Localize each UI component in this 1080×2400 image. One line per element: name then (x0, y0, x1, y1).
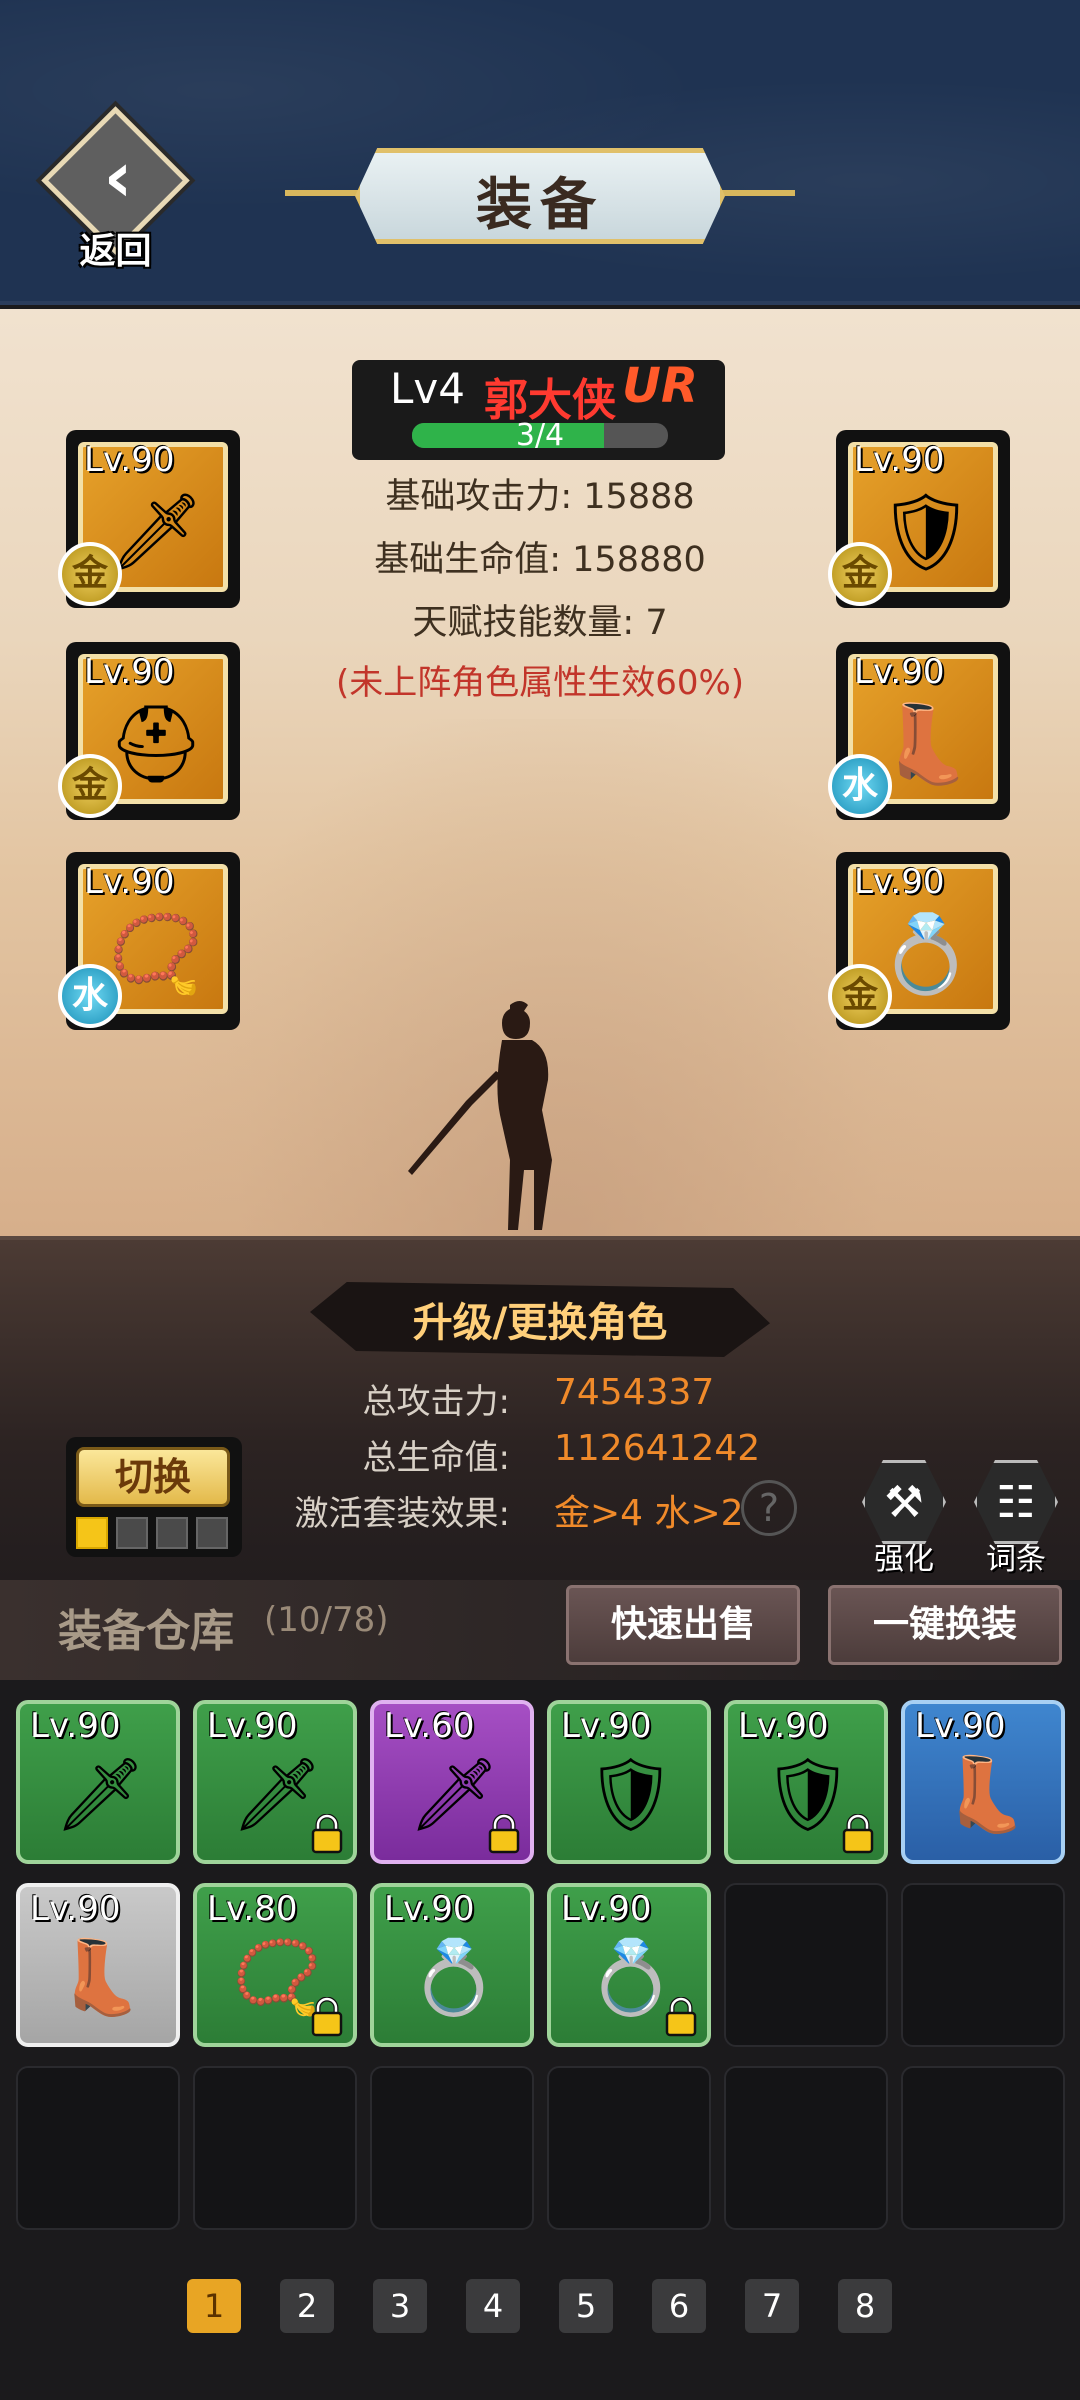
inventory-item[interactable]: Lv.90 🛡 (724, 1700, 888, 1864)
inventory-item[interactable]: Lv.90 🗡 (193, 1700, 357, 1864)
inventory-item[interactable]: Lv.90 💍 (370, 1883, 534, 2047)
item-level: Lv.90 (207, 1706, 298, 1746)
element-badge: 金 (828, 542, 892, 606)
lock-icon (309, 1996, 345, 2037)
empty-inventory-slot[interactable] (193, 2066, 357, 2230)
inventory-item[interactable]: Lv.80 📿 (193, 1883, 357, 2047)
armor-icon: 🛡 (585, 1752, 677, 1836)
help-icon[interactable]: ? (741, 1480, 797, 1536)
one-click-equip-button[interactable]: 一键换装 (828, 1585, 1062, 1665)
warehouse-title: 装备仓库 (58, 1606, 234, 1657)
base-hp: 基础生命值: 158880 (374, 540, 706, 580)
lock-icon (309, 1813, 345, 1854)
loadout-slot-2[interactable] (116, 1517, 148, 1549)
item-level: Lv.80 (207, 1889, 298, 1929)
item-level: Lv.90 (738, 1706, 829, 1746)
list-icon: ☷ (974, 1460, 1058, 1544)
inventory-item[interactable]: Lv.90 👢 (901, 1700, 1065, 1864)
inventory-item[interactable]: Lv.90 💍 (547, 1883, 711, 2047)
item-level: Lv.90 (30, 1706, 121, 1746)
hero-silhouette (408, 1001, 552, 1230)
base-attack: 基础攻击力: 15888 (385, 477, 695, 517)
equip-slot-5[interactable]: Lv.90 👢 水 (828, 642, 1010, 820)
page-button-1[interactable]: 1 (187, 2279, 241, 2333)
empty-inventory-slot[interactable] (724, 1883, 888, 2047)
boots-icon: 👢 (940, 1752, 1030, 1836)
page-button-7[interactable]: 7 (745, 2279, 799, 2333)
hero-level: Lv4 (390, 364, 465, 413)
element-badge: 金 (828, 964, 892, 1028)
lock-icon (486, 1813, 522, 1854)
item-level: Lv.90 (561, 1706, 652, 1746)
empty-inventory-slot[interactable] (547, 2066, 711, 2230)
equip-level: Lv.90 (854, 862, 945, 902)
empty-inventory-slot[interactable] (16, 2066, 180, 2230)
enhance-button[interactable]: ⚒ 强化 (862, 1460, 946, 1577)
back-button[interactable]: ‹ 返回 (41, 106, 190, 272)
equip-level: Lv.90 (84, 862, 175, 902)
equip-slot-4[interactable]: Lv.90 🛡 金 (828, 430, 1010, 608)
enhance-label: 强化 (874, 1542, 934, 1577)
inventory-item[interactable]: Lv.90 👢 (16, 1883, 180, 2047)
hero-rarity: UR (622, 358, 698, 414)
empty-inventory-slot[interactable] (901, 2066, 1065, 2230)
equip-level: Lv.90 (854, 440, 945, 480)
affix-label: 词条 (986, 1542, 1046, 1577)
page-button-8[interactable]: 8 (838, 2279, 892, 2333)
quick-sell-button[interactable]: 快速出售 (566, 1585, 800, 1665)
equip-level: Lv.90 (84, 652, 175, 692)
lock-icon (663, 1996, 699, 2037)
total-hp-value: 112641242 (554, 1428, 761, 1469)
inventory-item[interactable]: Lv.90 🗡 (16, 1700, 180, 1864)
inactive-note: (未上阵角色属性生效60%) (335, 663, 745, 703)
equip-slot-3[interactable]: Lv.90 📿 水 (58, 852, 240, 1030)
page-button-6[interactable]: 6 (652, 2279, 706, 2333)
element-badge: 金 (58, 542, 122, 606)
lock-icon (840, 1813, 876, 1854)
page-button-2[interactable]: 2 (280, 2279, 334, 2333)
element-badge: 水 (828, 754, 892, 818)
total-attack-value: 7454337 (554, 1372, 715, 1413)
upgrade-hero-label: 升级/更换角色 (412, 1300, 668, 1346)
item-level: Lv.90 (30, 1889, 121, 1929)
equip-slot-6[interactable]: Lv.90 💍 金 (828, 852, 1010, 1030)
boots-icon: 👢 (55, 1935, 145, 2019)
inventory-item[interactable]: Lv.60 🗡 (370, 1700, 534, 1864)
equip-level: Lv.90 (84, 440, 175, 480)
hero-exp-text: 3/4 (515, 418, 565, 453)
element-badge: 水 (58, 964, 122, 1028)
equip-slot-1[interactable]: Lv.90 🗡 金 (58, 430, 240, 608)
item-level: Lv.90 (561, 1889, 652, 1929)
inventory-item[interactable]: Lv.90 🛡 (547, 1700, 711, 1864)
total-attack-label: 总攻击力: (362, 1382, 510, 1422)
page-button-4[interactable]: 4 (466, 2279, 520, 2333)
talent-count: 天赋技能数量: 7 (412, 603, 668, 643)
affix-button[interactable]: ☷ 词条 (974, 1460, 1058, 1577)
empty-inventory-slot[interactable] (370, 2066, 534, 2230)
equip-slot-2[interactable]: Lv.90 ⛑ 金 (58, 642, 240, 820)
loadout-slot-1[interactable] (76, 1517, 108, 1549)
switch-button[interactable]: 切换 (76, 1447, 230, 1507)
loadout-switch: 切换 (66, 1437, 242, 1557)
warehouse-count: (10/78) (264, 1600, 389, 1640)
page-button-5[interactable]: 5 (559, 2279, 613, 2333)
empty-inventory-slot[interactable] (901, 1883, 1065, 2047)
page-button-3[interactable]: 3 (373, 2279, 427, 2333)
equip-level: Lv.90 (854, 652, 945, 692)
sword-icon: 🗡 (54, 1752, 146, 1836)
item-level: Lv.90 (915, 1706, 1006, 1746)
loadout-slot-4[interactable] (196, 1517, 228, 1549)
back-label: 返回 (79, 231, 152, 272)
loadout-slot-3[interactable] (156, 1517, 188, 1549)
item-level: Lv.60 (384, 1706, 475, 1746)
hammer-icon: ⚒ (862, 1460, 946, 1544)
equipment-screen: ‹ 返回 装备 Lv4 郭大侠 UR 3/4 基础攻击力: 15888 基础生命… (0, 0, 1080, 2400)
item-level: Lv.90 (384, 1889, 475, 1929)
empty-inventory-slot[interactable] (724, 2066, 888, 2230)
set-effect-value: 金>4 水>2 (554, 1493, 744, 1534)
back-arrow-icon: ‹ (103, 136, 133, 218)
ring-icon: 💍 (409, 1935, 499, 2019)
element-badge: 金 (58, 754, 122, 818)
page-title: 装备 (476, 172, 604, 238)
